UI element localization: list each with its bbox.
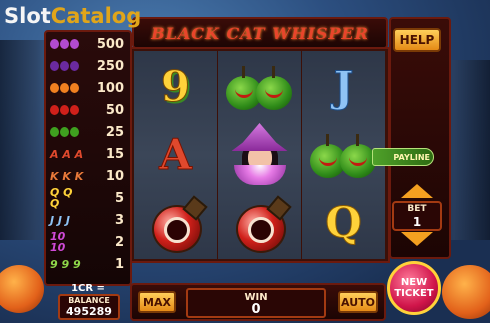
symbol-q-text: Q (325, 198, 363, 247)
symbol-witch (218, 121, 301, 189)
paytable-row: 25 (50, 122, 128, 142)
paytable-value: 15 (105, 146, 124, 162)
symbol-potion (134, 189, 217, 257)
paytable-row: 500 (50, 34, 128, 54)
arrow-down-icon (401, 232, 433, 246)
paytable-row: Q Q Q 5 (50, 186, 128, 210)
green-apple-icon (308, 128, 380, 182)
bet-label: BET (407, 204, 427, 214)
nine-icon: 9 9 9 (50, 257, 81, 271)
potion-icon (146, 195, 208, 253)
paytable-value: 1 (114, 256, 124, 272)
symbol-nine: 9 (134, 53, 217, 121)
new-ticket-line1: NEW (400, 277, 428, 288)
paytable-row: 50 (50, 100, 128, 120)
balance-label: BALANCE (68, 296, 110, 305)
pumpkin-icon (50, 81, 84, 95)
game-title: BLACK CAT WHISPER (151, 23, 369, 43)
paytable-value: 250 (96, 58, 124, 74)
paytable-row: K K K 10 (50, 166, 128, 186)
slotcatalog-logo: SlotCatalog (4, 4, 141, 28)
background-pumpkin-right (442, 265, 490, 319)
potion-icon (230, 195, 292, 253)
symbol-a: A (134, 121, 217, 189)
green-apple-icon (50, 125, 84, 139)
paytable-row: A A A 15 (50, 144, 128, 164)
bet-decrease-button[interactable] (399, 228, 435, 250)
potion-icon (50, 103, 84, 117)
paytable-row: 10 10 2 (50, 230, 128, 254)
paytable-value: 50 (105, 102, 124, 118)
paytable-value: 3 (114, 212, 124, 228)
letter-a-icon: A A A (50, 147, 84, 161)
help-button[interactable]: HELP (393, 28, 441, 52)
win-display: WIN 0 (186, 288, 326, 318)
witch-hat-icon (50, 37, 84, 51)
balance-display: BALANCE 495289 (58, 294, 120, 320)
paytable-value: 100 (96, 80, 124, 96)
paytable-value: 25 (105, 124, 124, 140)
bat-icon (50, 59, 84, 73)
new-ticket-button[interactable]: NEW TICKET (387, 261, 441, 315)
bet-display: BET 1 (392, 201, 442, 231)
reel-2 (218, 51, 301, 259)
max-bet-button[interactable]: MAX (138, 291, 176, 313)
paytable-row: 100 (50, 78, 128, 98)
win-value: 0 (251, 302, 261, 317)
logo-part-2: Catalog (50, 4, 142, 28)
paytable-row: 9 9 9 1 (50, 254, 128, 274)
paytable-value: 10 (105, 168, 124, 184)
arrow-up-icon (401, 184, 433, 198)
balance-value: 495289 (66, 305, 112, 318)
bet-value: 1 (412, 215, 422, 229)
letter-q-icon: Q Q Q (50, 186, 73, 210)
paytable: 500 250 100 50 25 A A A 15 K K K 10 Q Q … (44, 30, 132, 286)
autoplay-button[interactable]: AUTO (338, 291, 378, 313)
paytable-value: 5 (114, 190, 124, 206)
reels-area: 9 A J Q (130, 47, 390, 263)
bet-increase-button[interactable] (399, 180, 435, 202)
reel-1: 9 A (134, 51, 217, 259)
paytable-row: 250 (50, 56, 128, 76)
letter-j-icon: J J J (50, 213, 70, 227)
new-ticket-line2: TICKET (394, 288, 434, 299)
green-apple-icon (224, 60, 296, 114)
ten-icon: 10 10 (50, 230, 66, 254)
paytable-row: J J J 3 (50, 210, 128, 230)
paytable-value: 2 (114, 234, 124, 250)
symbol-green-apples (218, 53, 301, 121)
symbol-j: J (302, 53, 385, 121)
symbol-potion (218, 189, 301, 257)
game-title-bar: BLACK CAT WHISPER (132, 17, 388, 49)
logo-part-1: Slot (4, 4, 51, 28)
symbol-nine-text: 9 (160, 62, 191, 111)
payline-indicator: PAYLINE (372, 148, 434, 166)
symbol-j-text: J (333, 62, 354, 111)
letter-k-icon: K K K (50, 169, 84, 183)
symbol-q: Q (302, 189, 385, 257)
witch-icon (222, 123, 298, 187)
symbol-a-text: A (159, 130, 193, 179)
paytable-value: 500 (96, 36, 124, 52)
background-pumpkin-left (0, 265, 44, 313)
